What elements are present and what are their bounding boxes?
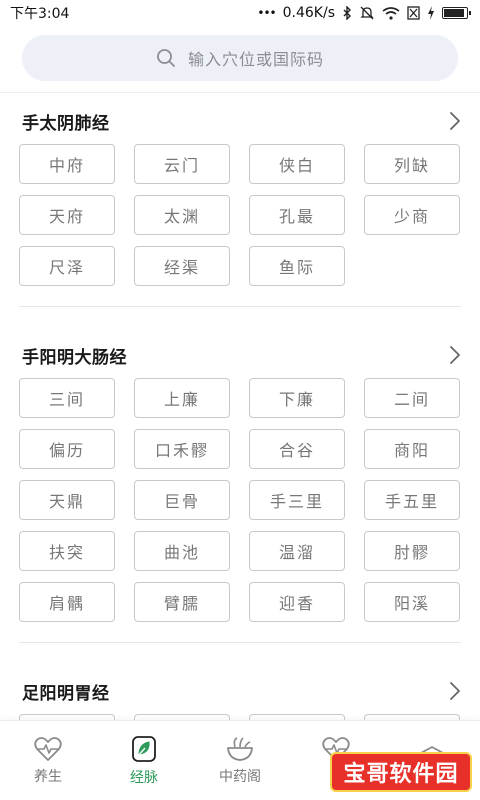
acupoint-button[interactable]: 温溜 [249, 531, 345, 571]
acupoint-button[interactable]: 口禾髎 [134, 429, 230, 469]
battery-icon [442, 7, 471, 19]
acupoint-button[interactable]: 鱼际 [249, 246, 345, 286]
nav-label: 经脉 [130, 769, 158, 786]
status-icons: ••• 0.46K/s [257, 5, 471, 21]
section-header[interactable]: 手阳明大肠经 [19, 332, 461, 378]
leaf-icon [131, 735, 157, 763]
mute-icon [359, 6, 375, 20]
acupoint-button[interactable]: 阳溪 [364, 582, 460, 622]
acupoint-button[interactable]: 云门 [134, 144, 230, 184]
status-time: 下午3:04 [10, 6, 70, 22]
more-dots: ••• [257, 6, 276, 20]
acupoint-button[interactable]: 臂臑 [134, 582, 230, 622]
acupoint-button[interactable]: 太渊 [134, 195, 230, 235]
acupoint-button[interactable]: 肩髃 [19, 582, 115, 622]
acupoint-button[interactable]: 曲池 [134, 531, 230, 571]
meridian-list[interactable]: 手太阴肺经中府 云门 侠白 列缺天府 太渊 孔最 少商尺泽 经渠 鱼际手阳明大肠经三间 上廉 下廉二… [0, 93, 480, 720]
nav-item[interactable]: 养生 [0, 721, 96, 800]
acupoint-button[interactable]: 肘髎 [364, 531, 460, 571]
acupoint-button[interactable]: 偏历 [19, 429, 115, 469]
acupoint-button[interactable]: 二间 [364, 378, 460, 418]
acupoint-button[interactable]: 孔最 [249, 195, 345, 235]
acupoint-button[interactable]: 迎香 [249, 582, 345, 622]
acupoint-button[interactable]: 合谷 [249, 429, 345, 469]
section-header[interactable]: 足阳明胃经 [19, 668, 461, 714]
nav-label: 养生 [34, 768, 62, 785]
acupoint-button[interactable]: 少商 [364, 195, 460, 235]
acupoint-button[interactable]: 手三里 [249, 480, 345, 520]
nav-label: 中药阁 [219, 768, 261, 785]
acupoint-button[interactable]: 天鼎 [19, 480, 115, 520]
acupoint-button[interactable]: 天府 [19, 195, 115, 235]
acupoint-button[interactable]: 列缺 [364, 144, 460, 184]
search-bar[interactable]: 输入穴位或国际码 [22, 35, 458, 81]
acupoint-button[interactable]: 经渠 [134, 246, 230, 286]
acupoint-button[interactable]: 下廉 [249, 378, 345, 418]
acupoint-button[interactable]: 中府 [19, 144, 115, 184]
acupoint-button[interactable]: 三间 [19, 378, 115, 418]
chevron-right-icon[interactable] [449, 345, 461, 365]
network-speed: 0.46K/s [282, 5, 335, 21]
acupoint-grid: 三间 上廉 下廉 二间偏历 口禾髎 合谷 商阳天鼎 巨骨 手三里 手五里扶突 曲池 温溜 肘髎肩髃 臂臑迎… [19, 378, 461, 622]
acupoint-button[interactable]: 手五里 [364, 480, 460, 520]
status-bar: 下午3:04 ••• 0.46K/s [0, 0, 480, 26]
chevron-right-icon[interactable] [449, 111, 461, 131]
search-icon [156, 48, 176, 68]
acupoint-button[interactable]: 侠白 [249, 144, 345, 184]
acupoint-button[interactable]: 尺泽 [19, 246, 115, 286]
search-placeholder[interactable]: 输入穴位或国际码 [188, 46, 324, 70]
meridian-section: 足阳明胃经上巨虚下关下巨虚不容 [0, 643, 480, 720]
battery-fill [444, 9, 464, 17]
acupoint-button[interactable]: 巨骨 [134, 480, 230, 520]
section-title: 手阳明大肠经 [22, 347, 127, 368]
section-title: 手太阴肺经 [22, 113, 110, 134]
nav-item[interactable]: 经脉 [96, 721, 192, 800]
watermark-text: 宝哥软件园 [343, 762, 459, 787]
acupoint-button[interactable]: 上廉 [134, 378, 230, 418]
heart-pulse-icon [34, 736, 62, 762]
section-title: 足阳明胃经 [22, 683, 110, 704]
meridian-section: 手太阴肺经中府 云门 侠白 列缺天府 太渊 孔最 少商尺泽 经渠 鱼际 [0, 93, 480, 307]
no-sim-icon [407, 6, 420, 20]
meridian-section: 手阳明大肠经三间 上廉 下廉 二间偏历 口禾髎 合谷 商阳天鼎 巨骨 手三里 手五里扶突 曲池 温溜肘… [0, 307, 480, 643]
nav-item[interactable]: 中药阁 [192, 721, 288, 800]
wifi-icon [382, 6, 400, 20]
watermark-logo: 宝哥软件园 [330, 752, 472, 792]
section-header[interactable]: 手太阴肺经 [19, 98, 461, 144]
acupoint-button[interactable]: 商阳 [364, 429, 460, 469]
bluetooth-icon [342, 6, 352, 20]
acupoint-button[interactable]: 扶突 [19, 531, 115, 571]
herb-bowl-icon [225, 736, 255, 762]
acupoint-grid: 中府 云门 侠白 列缺天府 太渊 孔最 少商尺泽 经渠 鱼际 [19, 144, 461, 286]
charging-icon [427, 6, 435, 20]
chevron-right-icon[interactable] [449, 681, 461, 701]
